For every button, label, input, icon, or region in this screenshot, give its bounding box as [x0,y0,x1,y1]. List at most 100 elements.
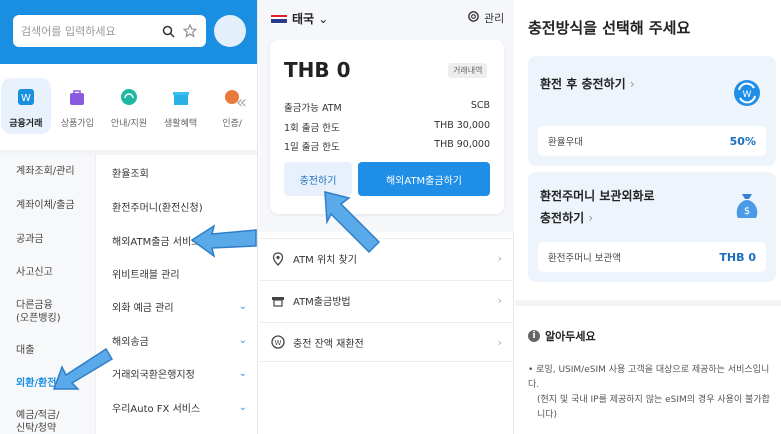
chevron-left-icon[interactable]: « [236,92,247,113]
notice-heading: i 알아두세요 [528,328,596,344]
search-bar[interactable]: 검색어를 입력하세요 [13,15,206,47]
submenu-label: 우리Auto FX 서비스 [112,404,201,415]
info-value: THB 30,000 [434,120,490,131]
category-label: 안내/지원 [110,119,148,129]
menu-item[interactable]: 대출 [16,344,34,357]
submenu-label: 외화 예금 관리 [112,303,174,314]
thailand-flag-icon [271,12,287,24]
submenu-item[interactable]: 위비트래블 관리 [112,266,247,281]
country-selector[interactable]: 태국 ⌄ [292,10,328,27]
detail-value: THB 0 [719,250,756,264]
info-value: THB 90,000 [434,139,490,150]
exchange-icon: W [732,78,762,112]
chevron-down-icon[interactable]: ⌄ [239,402,247,413]
option-title-line2: 충전하기 › [540,211,594,225]
country-label: 태국 [292,12,315,26]
menu-item[interactable]: 사고신고 [16,266,53,279]
chevron-down-icon[interactable]: ⌄ [239,301,247,312]
settings-button[interactable]: 관리 [467,10,504,26]
balance-card: THB 0 거래내역 출금가능 ATM SCB 1회 출금 한도 THB 30,00… [270,40,504,214]
search-icon[interactable] [160,23,176,39]
info-label: 출금가능 ATM [284,103,342,114]
won-coin-icon: W [271,335,285,349]
category-label: 상품가입 [60,119,94,129]
category-label: 생활혜택 [164,119,198,129]
submenu-label: 환율조회 [112,169,149,180]
submenu-item[interactable]: 환전주머니(환전신청) [112,199,247,214]
page-title: 충전방식을 선택해 주세요 [528,19,691,37]
money-bag-icon: $ [732,190,762,226]
chevron-down-icon[interactable]: ⌄ [239,335,247,346]
category-bar: W 금융거래 상품가입 안내/지원 생활혜택 인증/ [0,78,257,138]
avatar[interactable] [214,15,246,47]
history-button[interactable]: 거래내역 [448,63,488,78]
svg-text:$: $ [744,206,750,217]
right-panel: 충전방식을 선택해 주세요 환전 후 충전하기 › W 환율우대 50% 환전주… [515,0,781,434]
info-icon: i [528,330,540,342]
arrow-pointer-atm [190,224,257,258]
menu-re-exchange[interactable]: W 충전 잔액 재환전 › [259,322,514,362]
option-pocket-charge[interactable]: 환전주머니 보관외화로 충전하기 › $ 환전주머니 보관액 THB 0 [528,172,776,282]
submenu-item[interactable]: 환율조회 [112,165,247,180]
option-exchange-charge[interactable]: 환전 후 충전하기 › W 환율우대 50% [528,56,776,166]
submenu-item[interactable]: 거래외국환은행지정 ⌄ [112,366,247,381]
middle-panel: 태국 ⌄ 관리 THB 0 거래내역 출금가능 ATM SCB 1회 출금 한도 T… [259,0,514,434]
notice-subtext: (현지 및 국내 IP를 제공하지 않는 eSIM의 경우 사용이 불가합니다) [537,395,770,420]
menu-label: ATM출금방법 [293,297,351,308]
gear-icon [467,10,480,26]
detail-label: 환전주머니 보관액 [548,253,621,264]
submenu-label: 거래외국환은행지정 [112,370,195,381]
info-label: 1일 출금 한도 [284,142,340,153]
notice-text: • 로밍, USIM/eSIM 사용 고객을 대상으로 제공하는 서비스입니다. [528,365,770,390]
balance-amount: THB 0 [284,58,351,82]
chevron-down-icon: ⌄ [318,12,329,26]
svg-text:W: W [21,93,31,104]
category-finance[interactable]: W 금융거래 [0,78,52,138]
option-title-line1: 환전주머니 보관외화로 [540,189,655,203]
detail-label: 환율우대 [548,137,583,148]
info-row: 출금가능 ATM SCB [284,100,490,114]
category-label: 인증/ [222,119,242,129]
menu-label: 충전 잔액 재환전 [293,338,364,350]
notice-title: 알아두세요 [545,330,596,343]
submenu-label: 해외송금 [112,337,149,348]
category-support[interactable]: 안내/지원 [103,78,155,138]
category-cert[interactable]: 인증/ [206,78,257,138]
chevron-right-icon: › [497,294,502,307]
location-pin-icon [271,251,285,266]
info-row: 1일 출금 한도 THB 90,000 [284,139,490,153]
menu-item[interactable]: 예금/적금/ 신탁/청약 [16,409,60,434]
header-bar: 검색어를 입력하세요 [0,0,257,64]
category-label: 금융거래 [9,119,43,129]
submenu-label: 해외ATM출금 서비스 [112,237,201,248]
bag-icon [68,88,86,110]
menu-atm-method[interactable]: ATM출금방법 › [259,280,514,320]
info-row: 1회 출금 한도 THB 30,000 [284,120,490,134]
menu-item[interactable]: 계좌이체/출금 [16,199,75,212]
menu-item[interactable]: 공과금 [16,233,44,246]
menu-item[interactable]: 계좌조회/관리 [16,165,75,178]
search-input[interactable]: 검색어를 입력하세요 [21,23,154,39]
chevron-down-icon[interactable]: ⌄ [239,368,247,379]
option-title: 환전 후 충전하기 › [540,77,635,91]
chevron-right-icon: › [497,335,502,349]
star-icon[interactable] [182,23,198,39]
finance-icon: W [17,88,35,110]
menu-item[interactable]: 다른금융 (오픈뱅킹) [16,299,61,325]
svg-text:W: W [743,90,752,100]
detail-value: 50% [729,134,756,148]
arrow-pointer-charge [324,191,381,254]
notice-body: • 로밍, USIM/eSIM 사용 고객을 대상으로 제공하는 서비스입니다.… [528,363,773,423]
menu-atm-location[interactable]: ATM 위치 찾기 › [259,238,514,278]
submenu-item[interactable]: 해외송금 ⌄ [112,333,247,348]
category-benefits[interactable]: 생활혜택 [155,78,207,138]
divider [515,300,781,306]
category-products[interactable]: 상품가입 [52,78,104,138]
info-value: SCB [470,100,490,111]
submenu-item[interactable]: 외화 예금 관리 ⌄ [112,299,247,314]
svg-text:W: W [275,339,282,347]
info-label: 1회 출금 한도 [284,123,340,134]
chevron-right-icon: › [497,252,502,265]
headset-icon [120,88,138,110]
submenu-item[interactable]: 우리Auto FX 서비스 ⌄ [112,400,247,415]
